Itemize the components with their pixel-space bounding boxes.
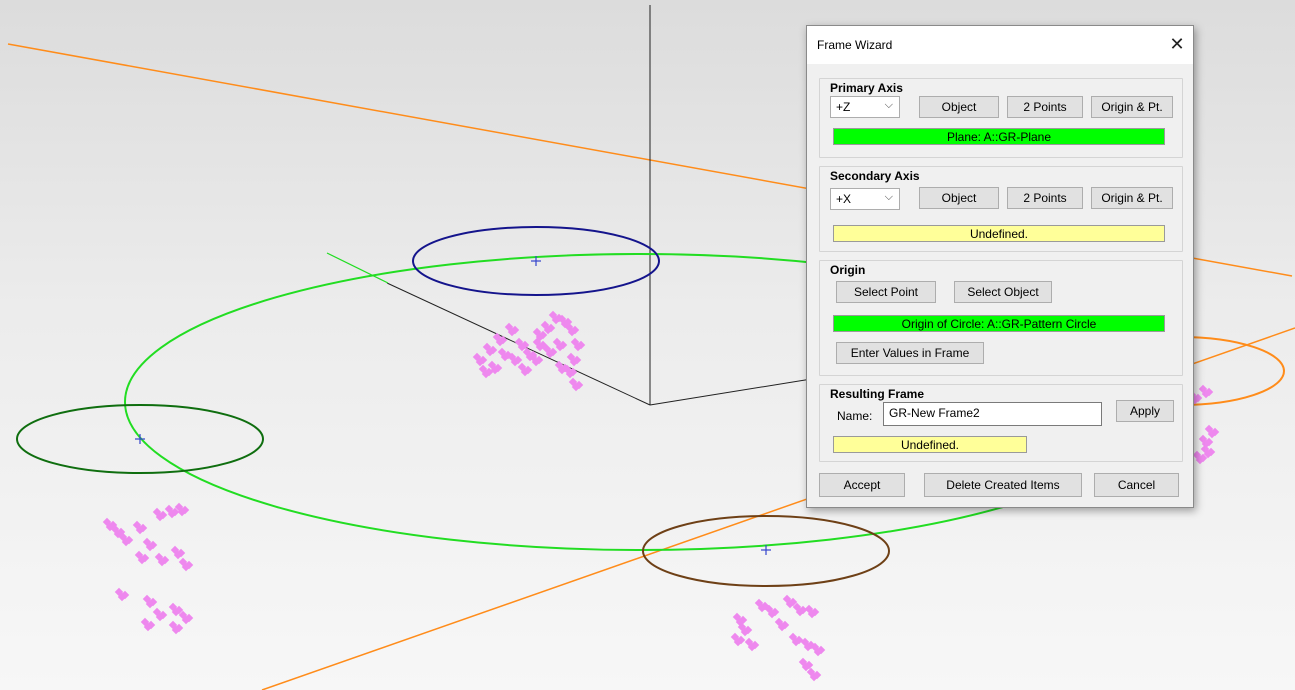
select-object-button[interactable]: Select Object [954, 281, 1052, 303]
primary-two-points-button[interactable]: 2 Points [1007, 96, 1083, 118]
origin-group: Origin Select Point Select Object Origin… [819, 260, 1183, 376]
name-label: Name: [837, 409, 873, 423]
secondary-two-points-button[interactable]: 2 Points [1007, 187, 1083, 209]
close-icon[interactable]: ✕ [1167, 34, 1187, 54]
select-point-button[interactable]: Select Point [836, 281, 936, 303]
chevron-down-icon: ⌵ [884, 191, 893, 203]
accept-button[interactable]: Accept [819, 473, 905, 497]
delete-created-items-button[interactable]: Delete Created Items [924, 473, 1082, 497]
cancel-button[interactable]: Cancel [1094, 473, 1179, 497]
frame-wizard-dialog: Frame Wizard ✕ Primary Axis +Z ⌵ Object … [806, 25, 1194, 508]
primary-origin-pt-button[interactable]: Origin & Pt. [1091, 96, 1173, 118]
frame-axis-line[interactable] [649, 375, 831, 406]
secondary-axis-group: Secondary Axis +X ⌵ Object 2 Points Orig… [819, 166, 1183, 252]
primary-object-button[interactable]: Object [919, 96, 999, 118]
dialog-title: Frame Wizard [817, 38, 893, 52]
secondary-origin-pt-button[interactable]: Origin & Pt. [1091, 187, 1173, 209]
primary-axis-direction-select[interactable]: +Z ⌵ [830, 96, 900, 118]
secondary-axis-label: Secondary Axis [830, 169, 920, 183]
resulting-frame-status: Undefined. [833, 436, 1027, 453]
center-cross [135, 256, 771, 555]
secondary-axis-status: Undefined. [833, 225, 1165, 242]
apply-button[interactable]: Apply [1116, 400, 1174, 422]
chevron-down-icon: ⌵ [884, 99, 893, 111]
primary-axis-direction-value: +Z [836, 100, 851, 114]
enter-values-button[interactable]: Enter Values in Frame [836, 342, 984, 364]
primary-axis-label: Primary Axis [830, 81, 903, 95]
secondary-axis-direction-value: +X [836, 192, 852, 206]
resulting-frame-label: Resulting Frame [830, 387, 925, 401]
origin-status: Origin of Circle: A::GR-Pattern Circle [833, 315, 1165, 332]
primary-axis-group: Primary Axis +Z ⌵ Object 2 Points Origin… [819, 78, 1183, 158]
secondary-axis-direction-select[interactable]: +X ⌵ [830, 188, 900, 210]
origin-label: Origin [830, 263, 866, 277]
primary-axis-status: Plane: A::GR-Plane [833, 128, 1165, 145]
frame-name-input[interactable]: GR-New Frame2 [883, 402, 1102, 426]
resulting-frame-group: Resulting Frame Name: GR-New Frame2 Appl… [819, 384, 1183, 462]
secondary-object-button[interactable]: Object [919, 187, 999, 209]
title-bar[interactable]: Frame Wizard ✕ [807, 26, 1193, 64]
